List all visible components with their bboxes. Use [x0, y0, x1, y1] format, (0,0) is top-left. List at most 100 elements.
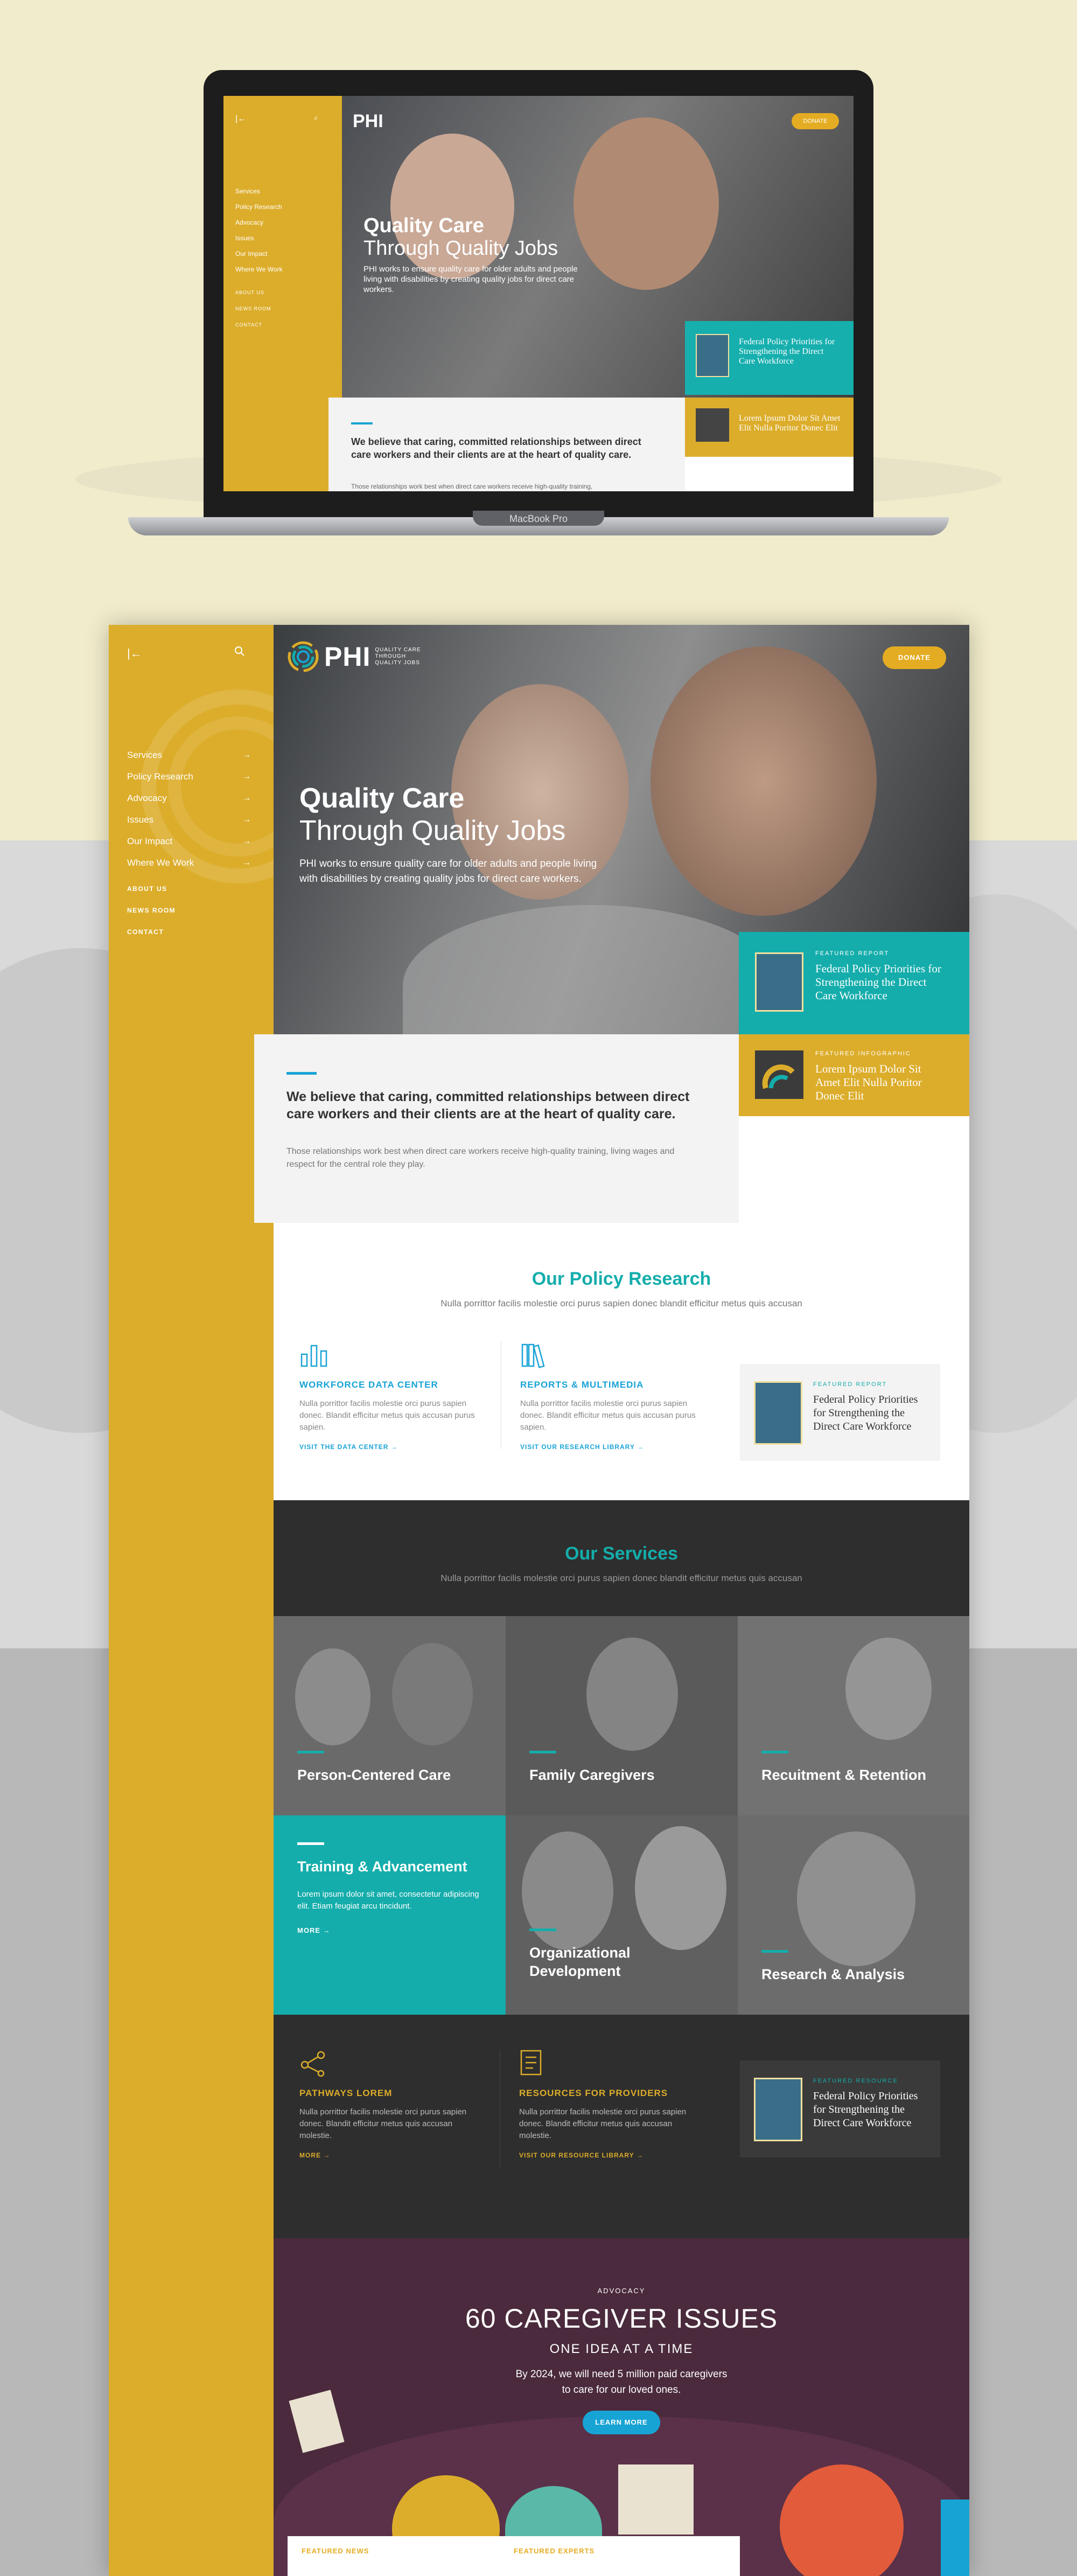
- arrow-right-icon: →: [242, 772, 251, 781]
- laptop-nav-item[interactable]: Advocacy: [235, 219, 283, 234]
- sidebar-item-label: Where We Work: [127, 858, 194, 868]
- services-featured-resource-card[interactable]: FEATURED RESOURCE Federal Policy Priorit…: [740, 2060, 940, 2157]
- visit-resource-library-link[interactable]: VISIT OUR RESOURCE LIBRARY →: [519, 2152, 702, 2159]
- col-heading: PATHWAYS LOREM: [299, 2088, 393, 2098]
- featured-experts-tab[interactable]: FEATURED EXPERTS: [514, 2547, 595, 2555]
- tile-description: Lorem ipsum dolor sit amet, consectetur …: [297, 1890, 479, 1911]
- laptop-nav-item[interactable]: Issues: [235, 234, 283, 250]
- laptop-subnav-item[interactable]: NEWS ROOM: [235, 306, 271, 322]
- advocacy-body: By 2024, we will need 5 million paid car…: [515, 2369, 728, 2396]
- tile-person-centered-care[interactable]: Person-Centered Care: [274, 1616, 506, 1815]
- tile-label: Recuitment & Retention: [761, 1767, 927, 1783]
- tile-training-advancement[interactable]: Training & Advancement Lorem ipsum dolor…: [274, 1815, 506, 2015]
- tile-family-caregivers[interactable]: Family Caregivers: [506, 1616, 738, 1815]
- tile-label: Person-Centered Care: [297, 1767, 451, 1783]
- collapse-icon[interactable]: |←: [127, 646, 142, 660]
- services-title: Our Services: [565, 1543, 678, 1564]
- laptop-hero-title: Through Quality Jobs: [363, 237, 558, 260]
- sidebar-item-label: Policy Research: [127, 771, 193, 782]
- col-heading: RESOURCES FOR PROVIDERS: [519, 2088, 668, 2098]
- sidebar-item-label: Issues: [127, 814, 154, 825]
- tile-recruitment-retention[interactable]: Recuitment & Retention: [738, 1616, 969, 1815]
- sidebar-nav: Services → Policy Research → Advocacy → Iss…: [127, 744, 251, 874]
- policy-featured-report-card[interactable]: FEATURED REPORT Federal Policy Prioritie…: [740, 1364, 940, 1461]
- arrow-right-icon: →: [242, 815, 251, 824]
- laptop-featured-infographic[interactable]: Lorem Ipsum Dolor Sit Amet Elit Nulla Po…: [685, 398, 854, 457]
- hero-title-bold: Quality Care: [299, 783, 465, 814]
- laptop-nav-item[interactable]: Our Impact: [235, 250, 283, 266]
- featured-report-card[interactable]: FEATURED REPORT Federal Policy Prioritie…: [739, 932, 969, 1034]
- col-body: Nulla porrittor facilis molestie orci pu…: [299, 2107, 467, 2140]
- illustration-sign: [289, 2390, 345, 2453]
- laptop-nav-item[interactable]: Where We Work: [235, 266, 283, 281]
- sidebar-item-our-impact[interactable]: Our Impact →: [127, 831, 251, 852]
- hero-title: Through Quality Jobs: [299, 815, 566, 846]
- visit-data-center-link[interactable]: VISIT THE DATA CENTER →: [299, 1443, 482, 1451]
- side-accent: [941, 2500, 969, 2576]
- laptop-search-icon[interactable]: ⌕: [314, 113, 318, 122]
- intro-subtitle: Those relationships work best when direc…: [286, 1147, 675, 1169]
- card-eyebrow: FEATURED RESOURCE: [813, 2078, 898, 2084]
- sidebar-item-services[interactable]: Services →: [127, 744, 251, 766]
- featured-infographic-card[interactable]: FEATURED INFOGRAPHIC Lorem Ipsum Dolor S…: [739, 1034, 969, 1116]
- featured-strip: FEATURED NEWS FEATURED EXPERTS: [288, 2536, 740, 2576]
- laptop-nav-item[interactable]: Policy Research: [235, 203, 283, 219]
- laptop-donate-button[interactable]: DONATE: [792, 113, 839, 129]
- tile-label: Family Caregivers: [529, 1767, 655, 1783]
- subnav-contact[interactable]: CONTACT: [127, 928, 176, 950]
- laptop-subnav-item[interactable]: ABOUT US: [235, 290, 271, 306]
- laptop-model-label: MacBook Pro: [473, 511, 604, 526]
- laptop-card1-title: Federal Policy Priorities for Strengthen…: [739, 337, 835, 366]
- arrow-right-icon: →: [242, 858, 251, 867]
- tile-label: Research & Analysis: [761, 1966, 905, 1982]
- visit-research-library-link[interactable]: VISIT OUR RESEARCH LIBRARY →: [520, 1443, 703, 1451]
- subnav-about-us[interactable]: ABOUT US: [127, 885, 176, 907]
- laptop-intro: We believe that caring, committed relati…: [328, 398, 685, 491]
- col-body: Nulla porrittor facilis molestie orci pu…: [299, 1399, 475, 1432]
- laptop-subnav-item[interactable]: CONTACT: [235, 322, 271, 338]
- laptop-nav-item[interactable]: Services: [235, 187, 283, 203]
- arrow-right-icon: →: [242, 793, 251, 803]
- tile-research-analysis[interactable]: Research & Analysis: [738, 1815, 969, 2015]
- sidebar-item-issues[interactable]: Issues →: [127, 809, 251, 831]
- pathways-more-link[interactable]: MORE →: [299, 2152, 482, 2159]
- learn-more-button[interactable]: LEARN MORE: [583, 2411, 660, 2434]
- books-icon: [521, 1343, 545, 1368]
- sidebar: |← Services → Policy Research → Advocacy → …: [109, 625, 274, 2576]
- checklist-icon: [520, 2050, 542, 2076]
- intro-block: We believe that caring, committed relati…: [254, 1034, 739, 1223]
- laptop-intro-sub: Those relationships work best when direc…: [351, 483, 593, 490]
- intro-title: We believe that caring, committed relati…: [286, 1089, 690, 1122]
- laptop-logo[interactable]: PHI: [353, 111, 383, 132]
- laptop-screen: |← ⌕ Services Policy Research Advocacy I…: [223, 96, 854, 491]
- sidebar-item-advocacy[interactable]: Advocacy →: [127, 788, 251, 809]
- search-icon[interactable]: [234, 645, 246, 657]
- donate-button[interactable]: DONATE: [883, 646, 946, 669]
- logo-tagline: QUALITY CARE THROUGH QUALITY JOBS: [375, 647, 421, 666]
- resource-thumbnail: [754, 2078, 802, 2141]
- card-eyebrow: FEATURED REPORT: [813, 1381, 887, 1388]
- sidebar-item-label: Our Impact: [127, 836, 173, 846]
- featured-news-tab[interactable]: FEATURED NEWS: [302, 2547, 369, 2555]
- resources-col: RESOURCES FOR PROVIDERS Nulla porrittor …: [519, 2050, 702, 2159]
- tile-organizational-development[interactable]: Organizational Development: [506, 1815, 738, 2015]
- col-heading: REPORTS & MULTIMEDIA: [520, 1380, 644, 1390]
- featured-report-eyebrow: FEATURED REPORT: [815, 950, 890, 957]
- sidebar-item-policy-research[interactable]: Policy Research →: [127, 766, 251, 788]
- laptop-back-icon[interactable]: |←: [235, 114, 246, 124]
- laptop-sidebar: |← ⌕ Services Policy Research Advocacy I…: [223, 96, 342, 491]
- sidebar-item-label: Services: [127, 750, 163, 760]
- sidebar-item-where-we-work[interactable]: Where We Work →: [127, 852, 251, 874]
- advocacy-eyebrow: ADVOCACY: [597, 2287, 646, 2295]
- subnav-news-room[interactable]: NEWS ROOM: [127, 907, 176, 928]
- featured-infographic-eyebrow: FEATURED INFOGRAPHIC: [815, 1050, 911, 1057]
- services-section: Our Services Nulla porrittor facilis mol…: [274, 1500, 969, 2241]
- sidebar-subnav: ABOUT US NEWS ROOM CONTACT: [127, 885, 176, 950]
- tile-more-link[interactable]: MORE →: [297, 1926, 331, 1934]
- share-network-icon: [300, 2051, 325, 2077]
- card-title: Federal Policy Priorities for Strengthen…: [813, 2090, 918, 2129]
- tile-label: Organizational Development: [529, 1945, 631, 1979]
- logo[interactable]: PHI QUALITY CARE THROUGH QUALITY JOBS: [286, 640, 423, 673]
- laptop-nav: Services Policy Research Advocacy Issues…: [235, 187, 283, 281]
- laptop-featured-report[interactable]: Federal Policy Priorities for Strengthen…: [685, 321, 854, 395]
